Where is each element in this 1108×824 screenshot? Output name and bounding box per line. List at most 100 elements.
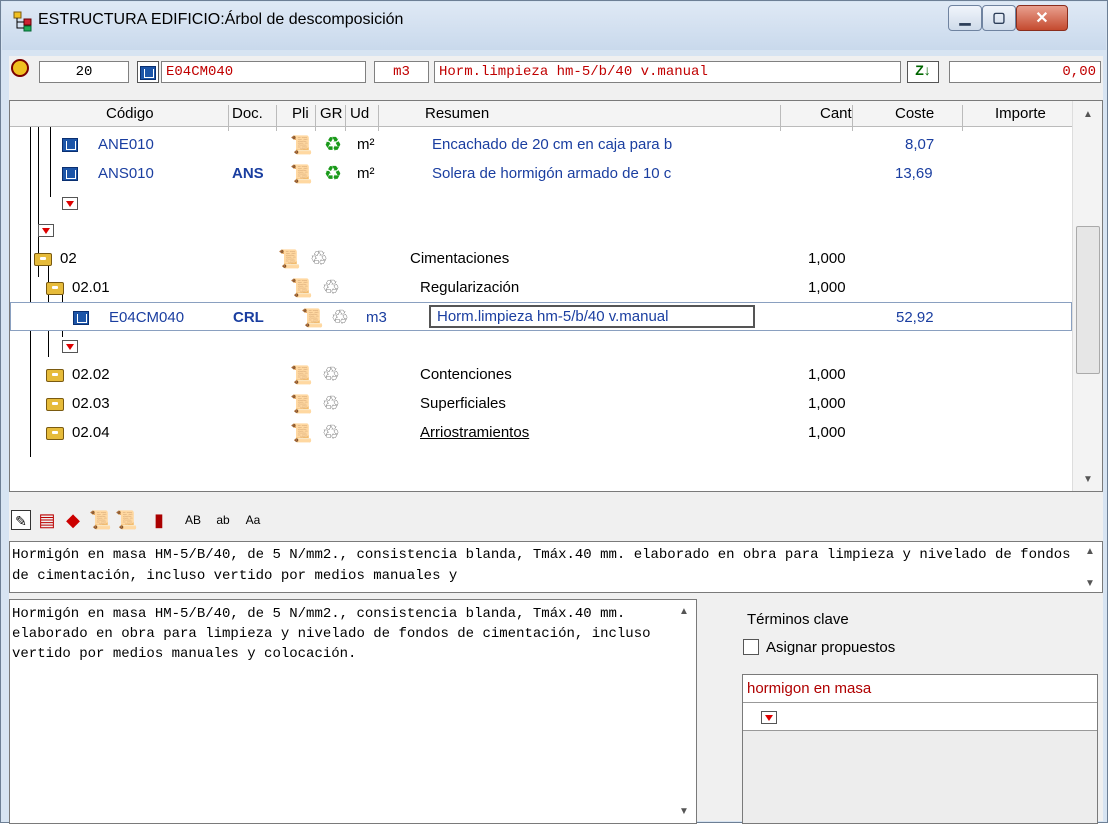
row-code: 02.03 <box>72 395 110 412</box>
scroll-green-icon[interactable]: 📜 <box>89 510 111 530</box>
row-code: 02.02 <box>72 366 110 383</box>
folder-open-icon <box>34 252 52 266</box>
amount-field[interactable]: 0,00 <box>949 61 1101 83</box>
decomposition-tree[interactable]: Código Doc. Pli GR Ud Resumen Cant Coste… <box>9 100 1103 492</box>
book-icon[interactable]: ▮ <box>149 510 169 530</box>
insert-icon[interactable]: ▤ <box>37 510 57 530</box>
long-scroll-up-icon[interactable]: ▲ <box>679 606 689 617</box>
recycle-outline-icon: ♲ <box>310 248 328 270</box>
scroll-up-icon[interactable]: ▲ <box>1083 109 1093 120</box>
keyword-add-row[interactable] <box>743 703 1097 731</box>
tree-row-chapter[interactable]: 02 📜 ♲ Cimentaciones 1,000 <box>10 244 1072 273</box>
desc-scroll-up-icon[interactable]: ▲ <box>1085 546 1095 557</box>
text-toolbar: ✎ ▤ ◆ 📜 📜 ▮ AB ab Aa <box>9 506 1103 536</box>
keywords-list[interactable]: hormigon en masa <box>742 674 1098 824</box>
tree-row[interactable]: ANS010 ANS 📜 ♻ m² Solera de hormigón arm… <box>10 159 1072 188</box>
col-importe[interactable]: Importe <box>995 105 1046 122</box>
main-window: ESTRUCTURA EDIFICIO:Árbol de descomposic… <box>0 0 1108 824</box>
summary-field[interactable]: Horm.limpieza hm-5/b/40 v.manual <box>434 61 901 83</box>
recycle-outline-icon: ♲ <box>331 307 349 329</box>
folder-open-icon <box>46 281 64 295</box>
add-keyword-icon[interactable] <box>761 710 777 724</box>
short-description-field[interactable]: Hormigón en masa HM-5/B/40, de 5 N/mm2.,… <box>9 541 1103 593</box>
row-summary-edit[interactable]: Horm.limpieza hm-5/b/40 v.manual <box>429 305 755 328</box>
tree-row-selected[interactable]: E04CM040 CRL 📜 ♲ m3 Horm.limpieza hm-5/b… <box>10 302 1072 331</box>
tree-structure-icon <box>13 11 32 32</box>
currency-icon[interactable] <box>11 59 29 77</box>
row-summary: Contenciones <box>420 366 512 383</box>
tree-header: Código Doc. Pli GR Ud Resumen Cant Coste… <box>10 101 1072 131</box>
row-summary: Solera de hormigón armado de 10 c <box>432 165 672 182</box>
maximize-icon: ▢ <box>992 9 1006 25</box>
row-doc: ANS <box>232 165 264 182</box>
recycle-icon: ♻ <box>324 163 342 185</box>
quantity-field[interactable]: 20 <box>39 61 129 83</box>
col-coste[interactable]: Coste <box>895 105 934 122</box>
col-ud[interactable]: Ud <box>350 105 369 122</box>
col-doc[interactable]: Doc. <box>232 105 263 122</box>
client-area: 20 E04CM040 m3 Horm.limpieza hm-5/b/40 v… <box>9 56 1103 824</box>
erase-icon[interactable]: ◆ <box>63 510 83 530</box>
row-code: E04CM040 <box>109 309 185 326</box>
row-summary: Superficiales <box>420 395 506 412</box>
col-resumen[interactable]: Resumen <box>425 105 489 122</box>
assign-proposed-label[interactable]: Asignar propuestos <box>766 639 895 656</box>
scrollbar-thumb[interactable] <box>1076 226 1100 374</box>
titlecase-icon[interactable]: Aa <box>241 510 265 530</box>
close-button[interactable]: ✕ <box>1016 5 1068 31</box>
recycle-outline-icon: ♲ <box>322 393 340 415</box>
tree-scrollbar[interactable]: ▲ ▼ <box>1072 101 1102 491</box>
tree-row-add[interactable] <box>10 215 1072 244</box>
item-box-icon <box>62 167 78 182</box>
maximize-button[interactable]: ▢ <box>982 5 1016 31</box>
concept-type-button[interactable] <box>137 61 159 83</box>
scroll-down-icon[interactable]: ▼ <box>1083 474 1093 485</box>
col-codigo[interactable]: Código <box>106 105 154 122</box>
row-unit: m3 <box>366 309 387 326</box>
scroll-icon: 📜 <box>290 135 313 155</box>
item-box-icon <box>140 66 156 81</box>
edit-icon[interactable]: ✎ <box>11 510 31 530</box>
col-cant[interactable]: Cant <box>820 105 852 122</box>
col-gr[interactable]: GR <box>320 105 343 122</box>
row-code: ANS010 <box>98 165 154 182</box>
lowercase-icon[interactable]: ab <box>211 510 235 530</box>
long-description-field[interactable]: Hormigón en masa HM-5/B/40, de 5 N/mm2.,… <box>9 599 697 824</box>
scroll-icon: 📜 <box>290 164 313 184</box>
unit-field[interactable]: m3 <box>374 61 429 83</box>
row-code: ANE010 <box>98 136 154 153</box>
tree-row[interactable]: ANE010 📜 ♻ m² Encachado de 20 cm en caja… <box>10 130 1072 159</box>
window-title: ESTRUCTURA EDIFICIO:Árbol de descomposic… <box>38 11 404 28</box>
row-unit: m² <box>357 165 375 182</box>
tree-row-chapter[interactable]: 02.01 📜 ♲ Regularización 1,000 <box>10 273 1072 302</box>
tree-row-add[interactable] <box>10 188 1072 217</box>
recycle-outline-icon: ♲ <box>322 277 340 299</box>
item-box-icon <box>62 138 78 153</box>
col-pli[interactable]: Pli <box>292 105 309 122</box>
add-child-icon[interactable] <box>62 339 78 353</box>
scroll-icon: 📜 <box>290 365 313 385</box>
code-field[interactable]: E04CM040 <box>161 61 366 83</box>
long-scroll-down-icon[interactable]: ▼ <box>679 806 689 817</box>
recycle-icon: ♻ <box>324 134 342 156</box>
add-child-icon[interactable] <box>38 223 54 237</box>
assign-proposed-checkbox[interactable] <box>743 639 759 655</box>
desc-scroll-down-icon[interactable]: ▼ <box>1085 578 1095 589</box>
tree-row-add[interactable] <box>10 331 1072 360</box>
folder-closed-icon <box>46 368 64 382</box>
minimize-button[interactable]: ▁ <box>948 5 982 31</box>
scroll-icon: 📜 <box>301 308 324 328</box>
add-child-icon[interactable] <box>62 196 78 210</box>
sort-icon[interactable]: Z↓ <box>907 61 939 83</box>
row-quantity: 1,000 <box>808 250 846 267</box>
uppercase-icon[interactable]: AB <box>181 510 205 530</box>
row-cost: 52,92 <box>896 309 934 326</box>
scroll-icon: 📜 <box>290 278 313 298</box>
keyword-item[interactable]: hormigon en masa <box>743 675 1097 703</box>
tree-row-chapter[interactable]: 02.03 📜 ♲ Superficiales 1,000 <box>10 389 1072 418</box>
row-code: 02 <box>60 250 77 267</box>
scroll-red-icon[interactable]: 📜 <box>115 510 137 530</box>
tree-row-chapter[interactable]: 02.04 📜 ♲ Arriostramientos 1,000 <box>10 418 1072 447</box>
row-code: 02.01 <box>72 279 110 296</box>
tree-row-chapter[interactable]: 02.02 📜 ♲ Contenciones 1,000 <box>10 360 1072 389</box>
